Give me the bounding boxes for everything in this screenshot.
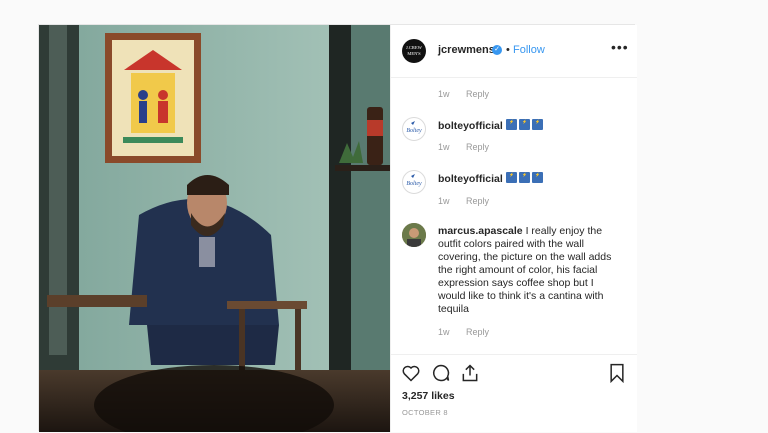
comment-time: 1w [438, 196, 450, 206]
emoji-group: ⚡ ⚡ ⚡ [506, 119, 543, 130]
reply-button[interactable]: Reply [466, 89, 489, 99]
svg-text:Boltey: Boltey [406, 128, 422, 134]
instagram-post: J.CREW MEN'S jcrewmens ✓ • Follow ••• 1w… [38, 24, 637, 432]
separator-dot: • [506, 44, 510, 56]
logo-line-2: MEN'S [407, 51, 421, 56]
emoji-icon: ⚡ [519, 119, 530, 130]
comment-meta: 1w Reply [438, 89, 489, 99]
comment-time: 1w [438, 327, 450, 337]
follow-button[interactable]: Follow [513, 44, 545, 56]
emoji-icon: ⚡ [506, 119, 517, 130]
emoji-icon: ⚡ [506, 172, 517, 183]
emoji-group: ⚡ ⚡ ⚡ [506, 172, 543, 183]
author-avatar[interactable]: J.CREW MEN'S [402, 39, 426, 63]
heart-icon[interactable] [401, 363, 421, 383]
post-header: J.CREW MEN'S jcrewmens ✓ • Follow ••• [391, 25, 637, 78]
comment-body: I really enjoy the outfit colors paired … [438, 225, 612, 315]
reply-button[interactable]: Reply [466, 142, 489, 152]
commenter-avatar[interactable] [402, 223, 426, 247]
reply-button[interactable]: Reply [466, 327, 489, 337]
user-photo-icon [402, 223, 426, 247]
comment-icon[interactable] [431, 363, 451, 383]
emoji-icon: ⚡ [532, 172, 543, 183]
comment-text: marcus.apascale I really enjoy the outfi… [438, 225, 618, 316]
boltey-logo-icon: Boltey [406, 121, 422, 134]
comment-meta: 1w Reply [438, 196, 489, 206]
emoji-icon: ⚡ [519, 172, 530, 183]
emoji-icon: ⚡ [532, 119, 543, 130]
comment-meta: 1w Reply [438, 142, 489, 152]
verified-badge-icon: ✓ [492, 45, 502, 55]
post-date: OCTOBER 8 [402, 408, 448, 417]
comment-meta: 1w Reply [438, 327, 489, 337]
comment-time: 1w [438, 89, 450, 99]
author-handle[interactable]: jcrewmens [438, 44, 495, 56]
more-options-icon[interactable]: ••• [611, 39, 629, 55]
likes-count[interactable]: 3,257 likes [402, 390, 455, 402]
post-side-panel: J.CREW MEN'S jcrewmens ✓ • Follow ••• 1w… [390, 25, 637, 432]
commenter-avatar[interactable]: Boltey [402, 170, 426, 194]
svg-text:Boltey: Boltey [406, 181, 422, 187]
post-photo[interactable] [39, 25, 390, 432]
photo-illustration [39, 25, 390, 432]
share-icon[interactable] [460, 363, 480, 383]
commenter-name[interactable]: marcus.apascale [438, 225, 523, 237]
bookmark-icon[interactable] [608, 363, 626, 383]
post-actions: 3,257 likes OCTOBER 8 [391, 354, 637, 433]
commenter-name[interactable]: bolteyofficial [438, 173, 503, 185]
reply-button[interactable]: Reply [466, 196, 489, 206]
comment-time: 1w [438, 142, 450, 152]
boltey-logo-icon: Boltey [406, 174, 422, 187]
commenter-name[interactable]: bolteyofficial [438, 120, 503, 132]
commenter-avatar[interactable]: Boltey [402, 117, 426, 141]
